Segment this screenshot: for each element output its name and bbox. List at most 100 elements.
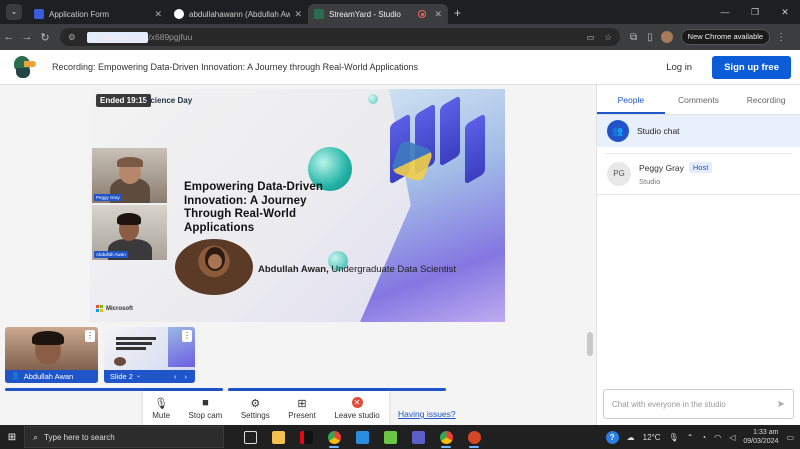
forward-icon[interactable]: → bbox=[18, 31, 36, 43]
new-tab-icon[interactable]: + bbox=[454, 6, 461, 20]
present-icon: ⊞ bbox=[297, 397, 307, 410]
help-icon[interactable]: ? bbox=[605, 430, 619, 444]
github-favicon-icon bbox=[174, 9, 184, 19]
leave-studio-button[interactable]: ✕ Leave studio bbox=[334, 396, 380, 420]
tab-streamyard[interactable]: StreamYard - Studio ✕ bbox=[308, 4, 448, 24]
url-field[interactable]: ⚙ streamyard.com/x689pgjfuu ▭ ☆ bbox=[60, 28, 620, 46]
participant-name: Peggy Gray bbox=[639, 162, 684, 173]
chevron-up-icon[interactable]: ⌃ bbox=[687, 433, 694, 442]
login-link[interactable]: Log in bbox=[666, 62, 692, 73]
thumbnail-abdullah-cam[interactable]: ⋮ 👤 Abdullah Awan bbox=[5, 327, 98, 383]
chat-input[interactable] bbox=[612, 399, 777, 409]
thumbnail-scrollbar[interactable] bbox=[586, 322, 594, 392]
camera-icon: ■ bbox=[202, 396, 209, 409]
thumbnail-label: Slide 2 ⌄ ‹ › bbox=[104, 370, 195, 383]
present-button[interactable]: ⊞ Present bbox=[288, 397, 316, 420]
broadcast-stage: Ended 19:15 Science Day Peggy Gray Abdul… bbox=[90, 89, 505, 322]
mute-button[interactable]: 🎙 Mute bbox=[152, 397, 170, 420]
tab-github[interactable]: abdullahawann (Abdullah Awan) ✕ bbox=[168, 4, 308, 24]
browser-tab-bar: ⌄ Application Form ✕ abdullahawann (Abdu… bbox=[0, 0, 800, 24]
windows-start-icon[interactable]: ⊞ bbox=[0, 432, 24, 443]
tab-comments[interactable]: Comments bbox=[665, 85, 733, 114]
application-form-favicon-icon bbox=[34, 9, 44, 19]
streamyard-logo-icon[interactable] bbox=[12, 56, 38, 78]
close-tab-icon[interactable]: ✕ bbox=[434, 9, 442, 20]
participant-role: Studio bbox=[639, 177, 661, 186]
close-tab-icon[interactable]: ✕ bbox=[294, 9, 302, 20]
close-window-icon[interactable]: ✕ bbox=[770, 0, 800, 24]
search-icon: ⌕ bbox=[33, 431, 39, 442]
volume-icon[interactable]: ◁ bbox=[729, 433, 735, 442]
panel-tabs: People Comments Recording bbox=[597, 85, 800, 115]
streamyard-favicon-icon bbox=[314, 9, 324, 19]
settings-button[interactable]: ⚙ Settings bbox=[241, 397, 270, 420]
chrome-update-button[interactable]: New Chrome available bbox=[680, 29, 771, 45]
notification-icon[interactable]: ▭ bbox=[786, 433, 794, 442]
studio-controls: 🎙 Mute ■ Stop cam ⚙ Settings ⊞ Present ✕… bbox=[143, 391, 389, 425]
bookmark-star-icon[interactable]: ☆ bbox=[604, 32, 612, 43]
powerpoint-icon[interactable] bbox=[462, 425, 486, 449]
having-issues-link[interactable]: Having issues? bbox=[398, 409, 456, 419]
ended-badge: Ended 19:15 bbox=[96, 94, 152, 107]
netflix-icon[interactable] bbox=[294, 425, 318, 449]
next-slide-icon[interactable]: › bbox=[185, 370, 188, 383]
close-icon: ✕ bbox=[351, 396, 363, 408]
studio-chat-item[interactable]: 👥 Studio chat bbox=[597, 115, 800, 147]
recording-title: Recording: Empowering Data-Driven Innova… bbox=[52, 62, 419, 72]
decor-shape bbox=[440, 95, 460, 167]
chevron-down-icon[interactable]: ⌄ bbox=[136, 370, 141, 383]
chrome-icon[interactable] bbox=[322, 425, 346, 449]
tab-people[interactable]: People bbox=[597, 85, 665, 114]
camera-name-label: Peggy Gray bbox=[94, 194, 122, 201]
tab-application-form[interactable]: Application Form ✕ bbox=[28, 4, 168, 24]
taskbar-search[interactable]: ⌕ Type here to search bbox=[24, 426, 224, 448]
windows-taskbar: ⊞ ⌕ Type here to search ? ☁ 12°C 🎙 ⌃ ◔ ◠… bbox=[0, 425, 800, 449]
stop-cam-button[interactable]: ■ Stop cam bbox=[189, 397, 223, 420]
wifi-icon[interactable]: ◠ bbox=[714, 433, 721, 442]
file-explorer-icon[interactable] bbox=[266, 425, 290, 449]
browser-menu-icon[interactable]: ⋮ bbox=[776, 32, 786, 43]
previous-slide-icon[interactable]: ‹ bbox=[174, 370, 177, 383]
slide-title: Empowering Data-Driven Innovation: A Jou… bbox=[184, 181, 323, 234]
vscode-icon[interactable] bbox=[350, 425, 374, 449]
extensions-icon[interactable]: ⧉ bbox=[630, 32, 637, 43]
app-icon[interactable] bbox=[378, 425, 402, 449]
app-header: Recording: Empowering Data-Driven Innova… bbox=[0, 50, 800, 85]
restore-icon[interactable]: ❐ bbox=[740, 0, 770, 24]
person-icon: 👤 bbox=[11, 373, 20, 380]
back-icon[interactable]: ← bbox=[0, 31, 18, 43]
thumbnail-slide[interactable]: ⋮ Slide 2 ⌄ ‹ › bbox=[104, 327, 195, 383]
host-badge: Host bbox=[688, 162, 713, 173]
minimize-icon[interactable]: — bbox=[710, 0, 740, 24]
tab-search-icon[interactable]: ⌄ bbox=[6, 4, 22, 20]
cast-icon[interactable]: ▭ bbox=[586, 32, 594, 43]
close-tab-icon[interactable]: ✕ bbox=[154, 9, 162, 20]
clock[interactable]: 1:33 am 09/03/2024 bbox=[743, 428, 778, 446]
thumbnail-menu-icon[interactable]: ⋮ bbox=[85, 330, 95, 342]
side-panel-icon[interactable]: ▯ bbox=[647, 32, 653, 43]
camera-name-label: Abdullah Awan bbox=[94, 251, 128, 258]
decor-sphere bbox=[368, 94, 378, 104]
system-tray: ? ☁ 12°C 🎙 ⌃ ◔ ◠ ◁ 1:33 am 09/03/2024 ▭ bbox=[605, 428, 800, 446]
chrome-icon[interactable] bbox=[434, 425, 458, 449]
signup-button[interactable]: Sign up free bbox=[712, 55, 791, 79]
microsoft-logo: Microsoft bbox=[96, 305, 133, 312]
microphone-tray-icon[interactable]: 🎙 bbox=[669, 433, 679, 442]
camera-tile-peggy[interactable]: Peggy Gray bbox=[92, 148, 167, 203]
reload-icon[interactable]: ↻ bbox=[36, 31, 54, 44]
network-icon[interactable]: ◔ bbox=[701, 433, 706, 442]
tab-recording[interactable]: Recording bbox=[732, 85, 800, 114]
profile-avatar[interactable] bbox=[660, 31, 673, 43]
site-info-icon[interactable]: ⚙ bbox=[68, 32, 76, 43]
participant-item[interactable]: PG Peggy Gray Host Studio bbox=[597, 154, 800, 195]
send-icon[interactable]: ➤ bbox=[777, 399, 785, 410]
thumbnail-label: 👤 Abdullah Awan bbox=[5, 370, 98, 383]
thumbnail-menu-icon[interactable]: ⋮ bbox=[182, 330, 192, 342]
teams-icon[interactable] bbox=[406, 425, 430, 449]
author-photo bbox=[175, 239, 253, 295]
chat-input-box: ➤ bbox=[603, 389, 794, 419]
weather-icon[interactable]: ☁ bbox=[627, 433, 635, 442]
camera-tile-abdullah[interactable]: Abdullah Awan bbox=[92, 205, 167, 260]
event-tag: Science Day bbox=[145, 96, 193, 105]
task-view-icon[interactable] bbox=[238, 425, 262, 449]
